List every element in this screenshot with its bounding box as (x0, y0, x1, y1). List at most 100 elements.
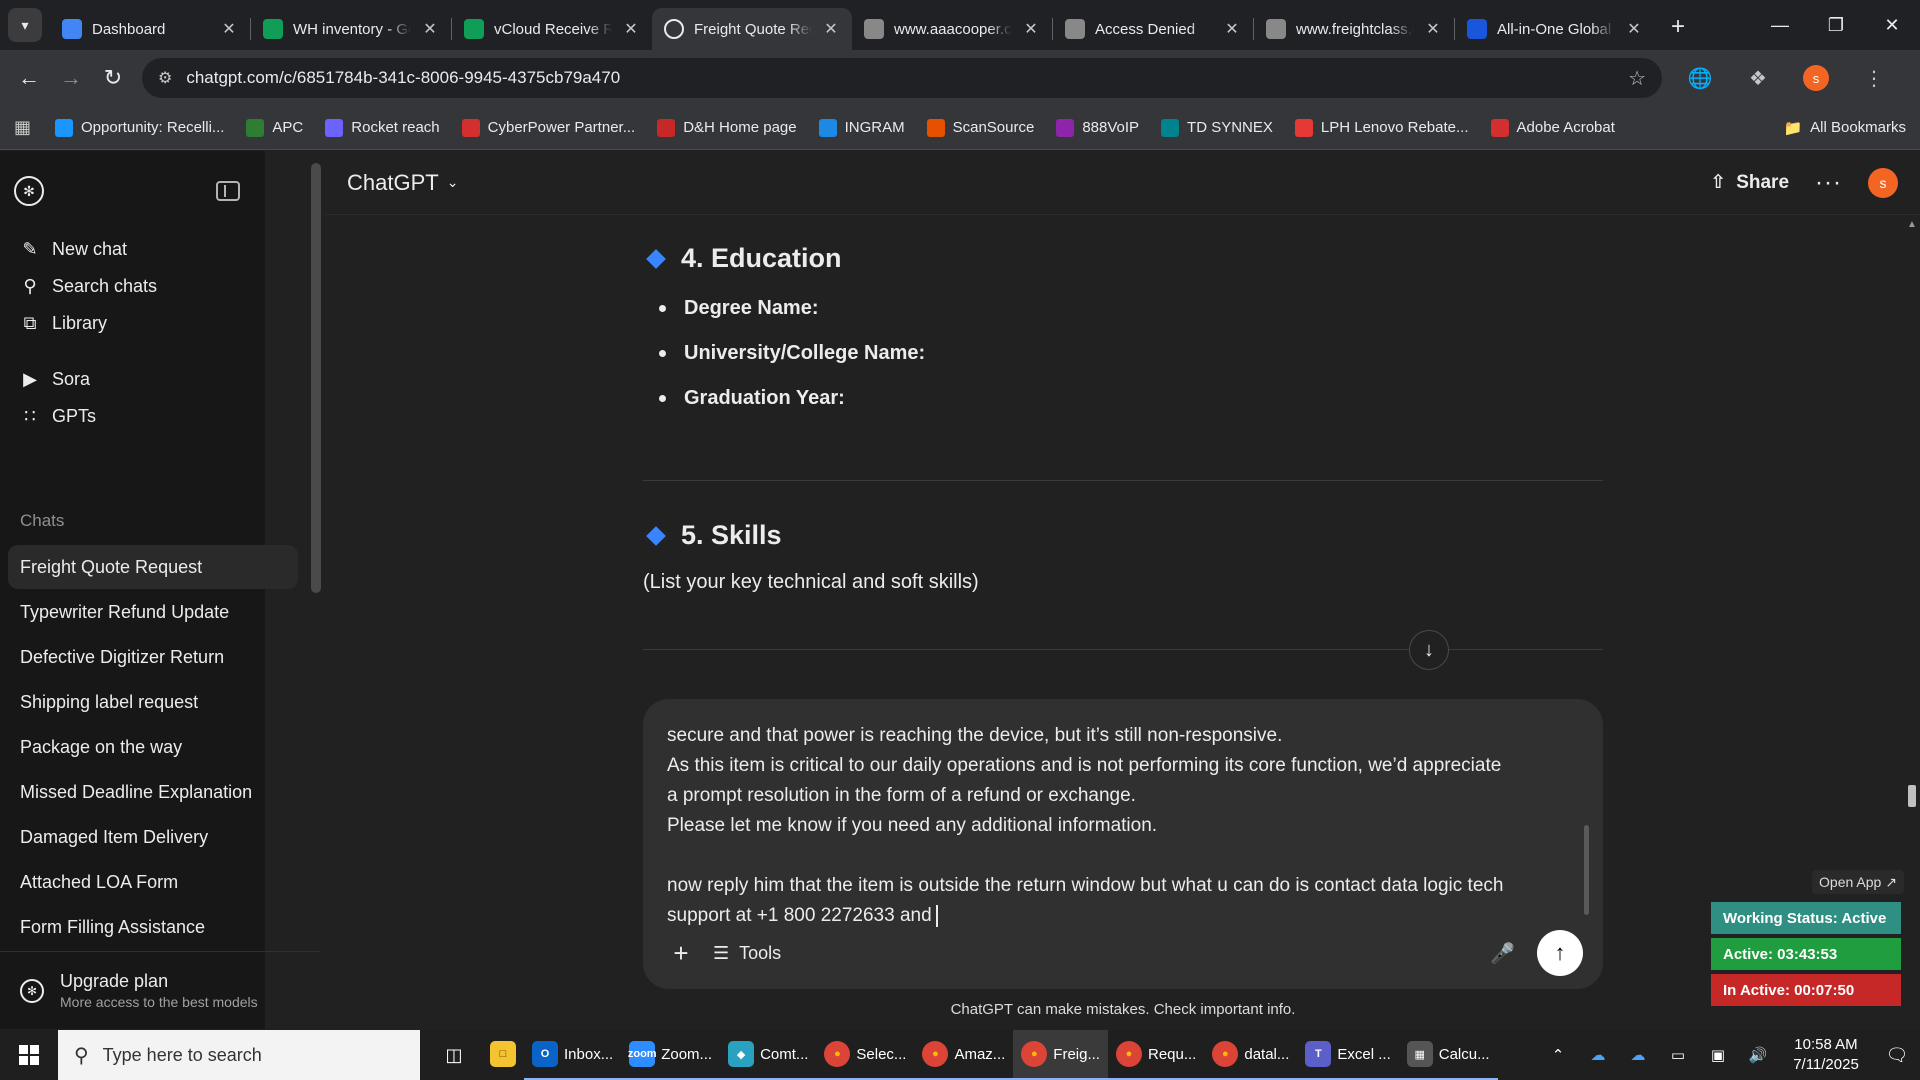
chat-history-item[interactable]: Damaged Item Delivery (8, 815, 298, 859)
extensions-icon[interactable]: ❖ (1738, 58, 1778, 98)
file-explorer-button[interactable]: □ (482, 1030, 524, 1080)
sidebar-item-search[interactable]: ⚲ Search chats (8, 266, 298, 306)
address-bar[interactable]: ⚙ chatgpt.com/c/6851784b-341c-8006-9945-… (142, 58, 1662, 98)
close-tab-icon[interactable]: ✕ (622, 20, 640, 38)
chevron-up-icon[interactable]: ⌃ (1538, 1046, 1578, 1064)
browser-tab[interactable]: Freight Quote Request ✕ (652, 8, 852, 50)
profile-button[interactable]: s (1796, 58, 1836, 98)
battery-icon[interactable]: ▭ (1658, 1046, 1698, 1064)
chat-history-item[interactable]: Typewriter Refund Update (8, 590, 298, 634)
taskbar-app-button[interactable]: ▦ Calcu... (1398, 1030, 1498, 1080)
clock[interactable]: 10:58 AM 7/11/2025 (1778, 1035, 1874, 1075)
all-bookmarks-button[interactable]: 📁 All Bookmarks (1783, 119, 1906, 137)
taskbar-app-button[interactable]: ● Freig... (1013, 1030, 1108, 1080)
add-attachment-icon[interactable]: + (663, 938, 699, 969)
microphone-icon[interactable]: 🎤 (1490, 941, 1515, 966)
bookmark-item[interactable]: APC (246, 118, 303, 137)
site-info-icon[interactable]: ⚙ (158, 68, 172, 88)
address-url[interactable]: chatgpt.com/c/6851784b-341c-8006-9945-43… (186, 68, 1628, 88)
bookmark-item[interactable]: INGRAM (818, 118, 905, 137)
close-tab-icon[interactable]: ✕ (220, 20, 238, 38)
browser-tab[interactable]: Dashboard ✕ (50, 8, 250, 50)
main-scrollbar[interactable]: ▲ (1904, 215, 1920, 1029)
reload-icon[interactable]: ↻ (94, 59, 132, 97)
new-tab-button[interactable]: + (1661, 10, 1695, 44)
bookmark-item[interactable]: 888VoIP (1056, 118, 1139, 137)
restore-icon[interactable]: ❐ (1808, 0, 1864, 50)
chat-history-item[interactable]: Freight Quote Request (8, 545, 298, 589)
browser-tab[interactable]: Access Denied ✕ (1053, 8, 1253, 50)
bookmark-item[interactable]: Rocket reach (325, 118, 440, 137)
chat-history-item[interactable]: Defective Digitizer Return (8, 635, 298, 679)
scroll-down-button[interactable]: ↓ (1409, 630, 1449, 670)
taskbar-search[interactable]: ⚲ Type here to search (58, 1030, 420, 1080)
translate-icon[interactable]: 🌐 (1680, 58, 1720, 98)
start-button[interactable] (0, 1030, 58, 1080)
share-button[interactable]: ⇧ Share (1710, 171, 1789, 194)
sidebar-scrollbar[interactable] (311, 163, 321, 593)
open-app-button[interactable]: Open App ↗ (1812, 870, 1904, 894)
user-avatar[interactable]: s (1868, 167, 1898, 198)
browser-tab[interactable]: www.aaacooper.com ✕ (852, 8, 1052, 50)
browser-tab[interactable]: All-in-One Global Tracking ✕ (1455, 8, 1655, 50)
close-tab-icon[interactable]: ✕ (1022, 20, 1040, 38)
bookmark-item[interactable]: LPH Lenovo Rebate... (1294, 118, 1469, 137)
sidebar-item-play[interactable]: ▶ Sora (8, 359, 298, 399)
bookmark-item[interactable]: Opportunity: Recelli... (55, 118, 224, 137)
onedrive-business-icon[interactable]: ☁ (1618, 1046, 1658, 1064)
close-tab-icon[interactable]: ✕ (822, 20, 840, 38)
taskbar-app-button[interactable]: ● Requ... (1107, 1030, 1205, 1080)
chat-history-item[interactable]: Attached LOA Form (8, 860, 298, 904)
browser-tab[interactable]: www.freightclass.com ✕ (1254, 8, 1454, 50)
taskbar-app-button[interactable]: O Inbox... (524, 1030, 622, 1080)
scroll-up-arrow-icon[interactable]: ▲ (1907, 219, 1917, 230)
close-tab-icon[interactable]: ✕ (1223, 20, 1241, 38)
tools-button[interactable]: ☰ Tools (713, 943, 781, 964)
close-tab-icon[interactable]: ✕ (1625, 20, 1643, 38)
bookmark-item[interactable]: TD SYNNEX (1161, 118, 1273, 137)
taskbar-app-button[interactable]: ◆ Comt... (720, 1030, 817, 1080)
send-button[interactable]: ↑ (1537, 930, 1583, 976)
forward-icon[interactable]: → (52, 59, 90, 97)
taskbar-app-button[interactable]: ● Selec... (816, 1030, 915, 1080)
bookmark-item[interactable]: D&H Home page (657, 118, 797, 137)
volume-icon[interactable]: 🔊 (1738, 1046, 1778, 1064)
close-tab-icon[interactable]: ✕ (421, 20, 439, 38)
tab-search-icon[interactable]: ▾ (8, 8, 42, 42)
close-tab-icon[interactable]: ✕ (1424, 20, 1442, 38)
taskbar-app-button[interactable]: ● Amaz... (914, 1030, 1014, 1080)
browser-menu-icon[interactable]: ⋮ (1854, 58, 1894, 98)
browser-tab[interactable]: vCloud Receive Report ✕ (452, 8, 652, 50)
network-icon[interactable]: ▣ (1698, 1046, 1738, 1064)
onedrive-icon[interactable]: ☁ (1578, 1046, 1618, 1064)
taskbar-app-button[interactable]: zoom Zoom... (621, 1030, 721, 1080)
chat-history-item[interactable]: Form Filling Assistance (8, 905, 298, 949)
minimize-icon[interactable]: — (1752, 0, 1808, 50)
notifications-icon[interactable]: 🗨 (1874, 1045, 1920, 1066)
sidebar-toggle-icon[interactable] (216, 181, 240, 201)
chat-history-item[interactable]: Package on the way (8, 725, 298, 769)
back-icon[interactable]: ← (10, 59, 48, 97)
bookmark-star-icon[interactable]: ☆ (1628, 66, 1646, 91)
sidebar-item-edit[interactable]: ✎ New chat (8, 229, 298, 269)
composer-scrollbar[interactable] (1584, 825, 1589, 915)
prompt-textarea[interactable]: secure and that power is reaching the de… (667, 721, 1567, 931)
message-composer[interactable]: secure and that power is reaching the de… (643, 699, 1603, 989)
chatgpt-logo-icon[interactable]: ✻ (14, 176, 44, 206)
more-options-icon[interactable]: ··· (1815, 169, 1842, 197)
scroll-thumb[interactable] (1908, 785, 1916, 807)
chat-history-item[interactable]: Missed Deadline Explanation (8, 770, 298, 814)
upgrade-plan-button[interactable]: ✻ Upgrade plan More access to the best m… (0, 951, 320, 1029)
taskbar-app-button[interactable]: T Excel ... (1297, 1030, 1399, 1080)
task-view-icon[interactable]: ◫ (426, 1030, 482, 1080)
chat-history-item[interactable]: Shipping label request (8, 680, 298, 724)
close-window-icon[interactable]: ✕ (1864, 0, 1920, 50)
model-selector[interactable]: ChatGPT ⌄ (347, 170, 458, 196)
apps-grid-icon[interactable]: ▦ (14, 117, 31, 138)
bookmark-item[interactable]: CyberPower Partner... (461, 118, 635, 137)
bookmark-item[interactable]: ScanSource (926, 118, 1034, 137)
sidebar-item-library[interactable]: ⧉ Library (8, 303, 298, 343)
browser-tab[interactable]: WH inventory - Google Sheets ✕ (251, 8, 451, 50)
bookmark-item[interactable]: Adobe Acrobat (1490, 118, 1615, 137)
taskbar-app-button[interactable]: ● datal... (1204, 1030, 1298, 1080)
